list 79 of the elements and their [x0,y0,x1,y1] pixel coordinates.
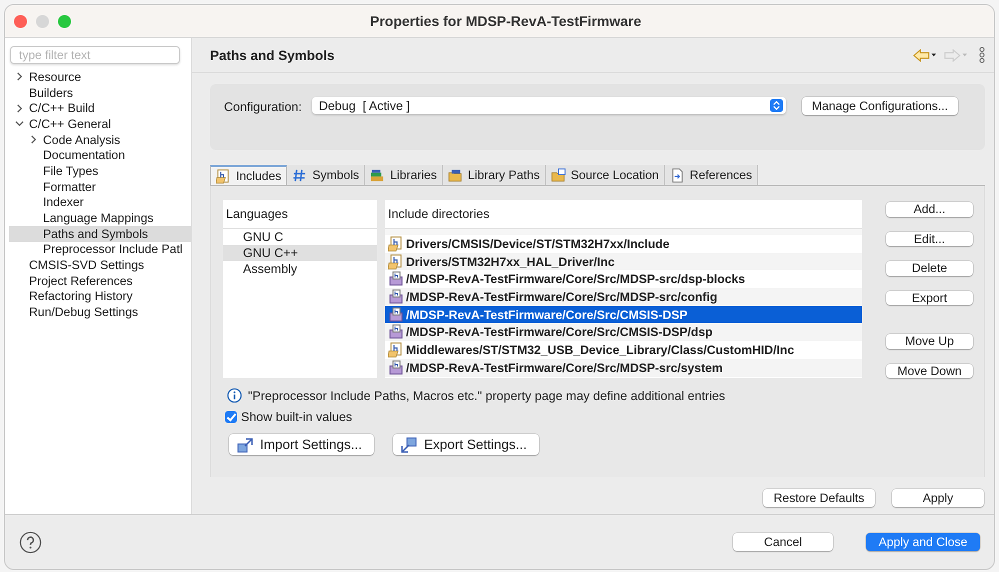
tree-item[interactable]: Language Mappings [9,210,191,226]
side-button[interactable]: Add... [886,202,973,216]
tab[interactable]: Source Location [546,165,665,185]
chevron-right-icon[interactable] [29,135,38,144]
source-icon [550,168,566,182]
chevron-right-icon[interactable] [15,72,24,82]
include-directory-row[interactable]: /MDSP-RevA-TestFirmware/Core/Src/MDSP-src/system [385,358,862,376]
tree-item[interactable]: Formatter [9,178,191,194]
include-directory-row[interactable]: /MDSP-RevA-TestFirmware/Core/Src/MDSP-src/dsp-blocks [385,270,862,288]
tree-item[interactable]: CMSIS-SVD Settings [9,257,191,273]
side-button[interactable]: Delete [886,261,973,276]
language-item[interactable]: GNU C++ [223,245,377,261]
chevron-down-icon[interactable] [15,119,24,128]
column-header: Languages [223,200,377,229]
project-folder-icon [388,324,404,340]
back-icon[interactable] [913,48,937,62]
includes-icon [216,168,231,184]
library-paths-icon [448,168,463,182]
tree-item[interactable]: Resource [9,69,191,85]
header-folder-icon [388,342,404,358]
header-folder-icon [388,254,404,270]
tree-item[interactable]: Builders [9,84,191,100]
language-item[interactable]: GNU C [223,229,377,245]
configuration-dropdown[interactable]: Debug [ Active ] [312,97,786,114]
more-icon[interactable] [979,47,985,63]
tree-item[interactable]: Indexer [9,194,191,210]
side-button[interactable]: Export [886,290,973,305]
tab[interactable]: Includes [210,165,288,185]
tab[interactable]: Symbols [287,165,366,185]
tab[interactable]: References [664,165,758,185]
import-icon [237,436,253,452]
dropdown-arrows-icon [770,99,783,112]
include-directory-row[interactable]: /MDSP-RevA-TestFirmware/Core/Src/MDSP-src/config [385,288,862,306]
tree-item[interactable]: File Types [9,163,191,179]
side-button[interactable]: Move Down [886,364,973,378]
tree-item[interactable]: Run/Debug Settings [9,304,191,320]
include-directory-row[interactable]: Middlewares/ST/STM32_USB_Device_Library/Class/CustomHID/Inc [385,341,862,359]
export-icon [401,436,418,452]
page-title: Paths and Symbols [210,48,335,62]
chevron-right-icon[interactable] [15,104,24,113]
include-directory-row[interactable]: Drivers/CMSIS/Device/ST/STM32H7xx/Include [385,235,862,253]
project-folder-icon [388,306,404,323]
window-title: Properties for MDSP-RevA-TestFirmware [370,13,642,29]
help-icon[interactable] [19,530,42,554]
side-button[interactable]: Edit... [886,232,973,246]
tree-item[interactable]: C/C++ Build [9,100,191,116]
tree-item[interactable]: Preprocessor Include Patl [9,242,191,258]
manage-configurations-button[interactable]: Manage Configurations... [802,97,958,115]
checkbox[interactable] [225,411,237,423]
tree-item[interactable]: Refactoring History [9,288,191,304]
tree-item[interactable]: Paths and Symbols [9,226,191,242]
close-button[interactable] [14,14,27,28]
tree-item[interactable]: Documentation [9,147,191,164]
filter-field[interactable]: type filter text [10,46,180,64]
export-settings-button[interactable]: Export Settings... [393,434,539,455]
libraries-icon [370,168,386,182]
tree-item[interactable]: Code Analysis [9,132,191,148]
configuration-label: Configuration: [224,100,302,114]
dialog-button[interactable]: Cancel [733,533,833,551]
include-directory-row[interactable]: /MDSP-RevA-TestFirmware/Core/Src/CMSIS-DSP/dsp [385,323,862,342]
info-text: "Preprocessor Include Paths, Macros etc." property page may define additional entries [248,388,726,402]
restore-defaults-button[interactable]: Restore Defaults [763,489,875,507]
tab[interactable]: Library Paths [442,165,546,185]
side-button[interactable]: Move Up [886,334,973,348]
references-icon [670,168,685,182]
project-folder-icon [388,271,404,288]
project-folder-icon [388,288,404,305]
tree-item[interactable]: C/C++ General [9,116,191,132]
checkbox-label: Show built-in values [241,410,352,424]
include-directory-row[interactable]: /MDSP-RevA-TestFirmware/Core/Src/CMSIS-DSP [385,306,862,324]
tab[interactable]: Libraries [365,165,443,185]
symbols-icon [292,168,308,182]
tree-item[interactable]: Project References [9,272,191,289]
info-icon [227,388,242,403]
language-item[interactable]: Assembly [223,261,377,277]
dialog-button[interactable]: Apply and Close [866,533,980,551]
apply-button[interactable]: Apply [892,489,984,507]
import-settings-button[interactable]: Import Settings... [229,434,374,455]
include-directory-row[interactable]: Drivers/STM32H7xx_HAL_Driver/Inc [385,252,862,270]
